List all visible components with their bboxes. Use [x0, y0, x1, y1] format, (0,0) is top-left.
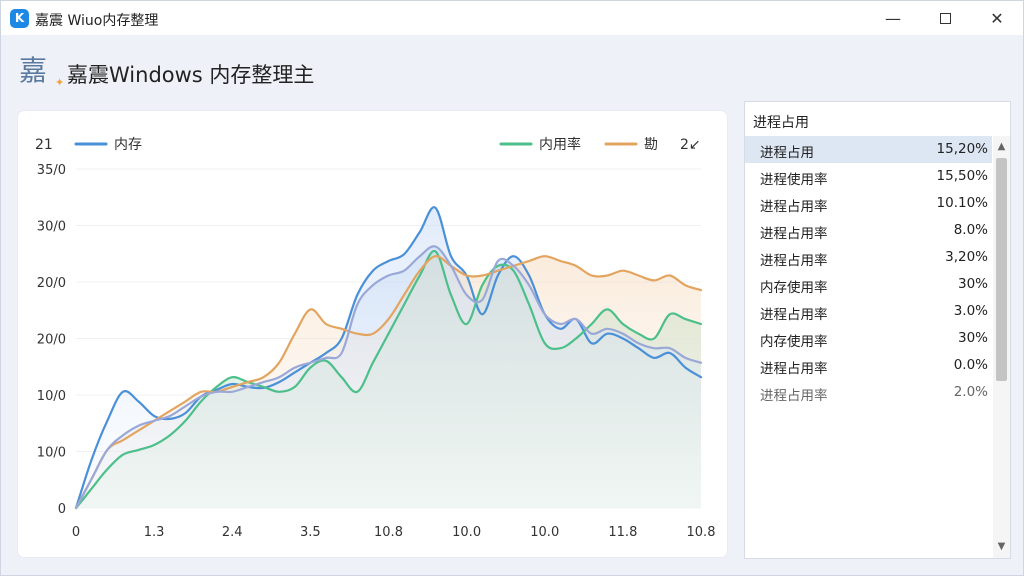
process-row[interactable]: 内存使用率 30% [745, 325, 992, 352]
x-tick-label: 11.8 [608, 525, 637, 540]
minimize-button[interactable]: — [867, 1, 919, 35]
process-value: 30% [957, 330, 988, 346]
memory-chart: 0 10/0 10/0 20/0 20/0 30/0 35/0 0 1.3 2.4 3.5 10.8 1… [35, 136, 716, 540]
process-name: 进程使用率 [760, 172, 828, 188]
process-row[interactable]: 进程使用率 15,50% [745, 163, 992, 190]
process-row[interactable]: 进程占用率 3,20% [745, 244, 992, 271]
process-row[interactable]: 进程占用率 3.0% [745, 298, 992, 325]
process-row[interactable]: 进程占用 15,20% [745, 136, 992, 163]
legend-label: 内用率 [539, 136, 581, 153]
process-value: 15,20% [936, 141, 988, 157]
x-tick-label: 1.3 [144, 525, 165, 540]
process-row[interactable]: 进程占用率 0.0% [745, 352, 992, 379]
y-tick-label: 35/0 [37, 163, 66, 178]
process-list-scrollbar[interactable]: ▲ ▼ [993, 136, 1010, 558]
process-panel-title: 进程占用 [753, 115, 809, 131]
legend-label: 勘 [644, 137, 658, 153]
process-value: 3,20% [945, 249, 988, 265]
close-button[interactable]: ✕ [971, 1, 1023, 35]
process-list: 进程占用 15,20% 进程使用率 15,50% 进程占用率 10.10% 进程占用率 8.0… [745, 136, 992, 406]
y-tick-label: 0 [58, 502, 66, 517]
process-row[interactable]: 进程占用率 8.0% [745, 217, 992, 244]
process-row[interactable]: 进程占用率 10.10% [745, 190, 992, 217]
process-panel: 进程占用 进程占用 15,20% 进程使用率 15,50% 进程占用率 10.10% 进程占… [744, 101, 1011, 559]
window-title: 嘉震 Wiuo内存整理 [35, 13, 159, 29]
logo-spark-icon: ✦ [55, 76, 65, 89]
x-tick-label: 10.8 [687, 525, 716, 540]
process-name: 进程占用率 [760, 199, 828, 215]
legend-label: 内存 [114, 137, 142, 153]
process-value: 2.0% [953, 384, 988, 400]
title-bar[interactable]: K 嘉震 Wiuo内存整理 — ✕ [1, 1, 1023, 35]
maximize-button[interactable] [919, 1, 971, 35]
scroll-thumb[interactable] [996, 158, 1007, 381]
process-name: 内存使用率 [760, 334, 828, 350]
app-icon: K [10, 9, 29, 28]
process-row[interactable]: 内存使用率 30% [745, 271, 992, 298]
legend-extra-label: 2↙ [680, 137, 701, 153]
y-tick-label: 20/0 [37, 333, 66, 348]
process-name: 进程占用率 [760, 388, 828, 404]
memory-chart-card: 0 10/0 10/0 20/0 20/0 30/0 35/0 0 1.3 2.4 3.5 10.8 1… [18, 111, 727, 557]
x-tick-label: 10.0 [452, 525, 481, 540]
x-tick-label: 10.8 [374, 525, 403, 540]
scroll-up-icon[interactable]: ▲ [993, 138, 1010, 156]
process-value: 0.0% [953, 357, 988, 373]
x-tick-label: 0 [72, 525, 80, 540]
process-value: 10.10% [936, 195, 988, 211]
y-tick-label: 20/0 [37, 276, 66, 291]
process-name: 内存使用率 [760, 280, 828, 296]
process-value: 3.0% [953, 303, 988, 319]
x-tick-label: 2.4 [222, 525, 243, 540]
process-value: 30% [957, 276, 988, 292]
process-name: 进程占用率 [760, 361, 828, 377]
process-value: 15,50% [936, 168, 988, 184]
app-logo: 嘉 ✦ [19, 53, 64, 89]
process-row[interactable]: 进程占用率 2.0% [745, 379, 992, 406]
y-tick-label: 10/0 [37, 446, 66, 461]
process-value: 8.0% [953, 222, 988, 238]
x-tick-label: 3.5 [300, 525, 321, 540]
logo-glyph: 嘉 [19, 54, 48, 87]
app-header: 嘉 ✦ 嘉震Windows 内存整理主 [1, 35, 1023, 103]
chart-corner-label: 21 [35, 137, 53, 153]
process-name: 进程占用率 [760, 307, 828, 323]
y-tick-label: 10/0 [37, 389, 66, 404]
minimize-icon: — [885, 8, 901, 28]
scroll-down-icon[interactable]: ▼ [993, 538, 1010, 556]
app-title: 嘉震Windows 内存整理主 [67, 63, 315, 87]
maximize-icon [939, 12, 951, 24]
app-window: K 嘉震 Wiuo内存整理 — ✕ 嘉 ✦ 嘉震Windows 内存整理主 0 … [0, 0, 1024, 576]
process-name: 进程占用率 [760, 253, 828, 269]
close-icon: ✕ [990, 8, 1004, 28]
process-name: 进程占用率 [760, 226, 828, 242]
x-tick-label: 10.0 [530, 525, 559, 540]
process-name: 进程占用 [760, 145, 814, 161]
y-tick-label: 30/0 [37, 220, 66, 235]
